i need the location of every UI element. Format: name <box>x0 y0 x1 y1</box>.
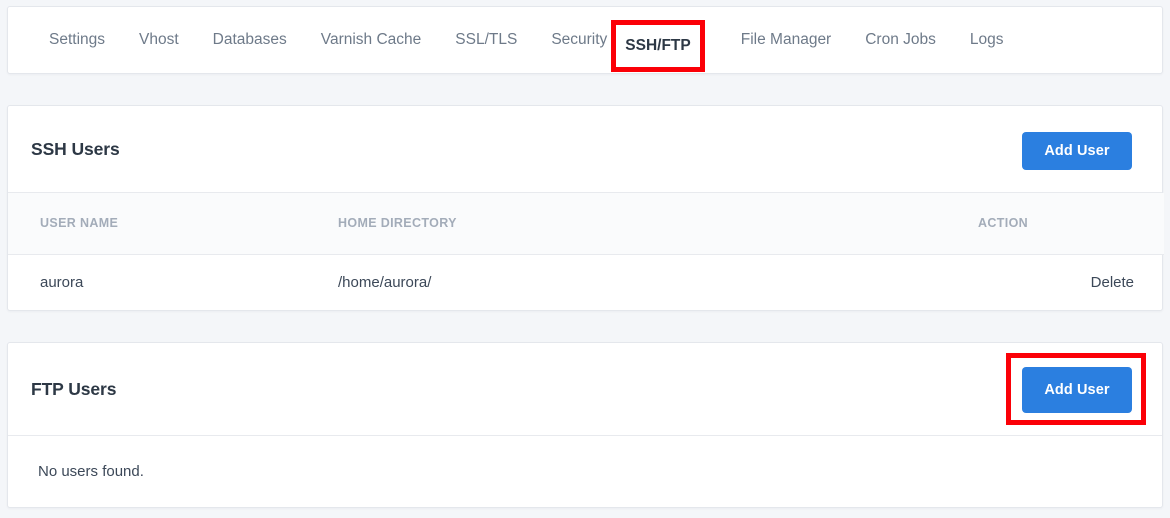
tab-ssh-ftp-label[interactable]: SSH/FTP <box>611 20 705 72</box>
ftp-users-card-header: FTP Users Add User <box>8 343 1162 436</box>
ftp-users-empty-message: No users found. <box>38 463 144 480</box>
ssh-users-table: USER NAME HOME DIRECTORY ACTION aurora /… <box>8 193 1164 311</box>
cell-home-directory: /home/aurora/ <box>338 274 432 292</box>
ssh-ftp-page: Settings Vhost Databases Varnish Cache S… <box>0 0 1170 518</box>
tab-logs[interactable]: Logs <box>953 6 1021 74</box>
table-row: aurora /home/aurora/ Delete <box>8 254 1164 311</box>
tab-file-manager[interactable]: File Manager <box>724 6 848 74</box>
tab-varnish-cache[interactable]: Varnish Cache <box>304 6 439 74</box>
ssh-users-card: SSH Users Add User USER NAME HOME DIRECT… <box>7 105 1164 311</box>
ssh-users-title: SSH Users <box>31 139 120 159</box>
ssh-users-table-head: USER NAME HOME DIRECTORY ACTION <box>8 193 1164 255</box>
ftp-users-title: FTP Users <box>31 379 117 399</box>
tab-ssl-tls[interactable]: SSL/TLS <box>438 6 534 74</box>
ssh-users-table-body: aurora /home/aurora/ Delete <box>8 254 1164 311</box>
tab-vhost[interactable]: Vhost <box>122 6 196 74</box>
tab-databases[interactable]: Databases <box>196 6 304 74</box>
cell-action: Delete <box>978 254 1164 311</box>
column-header-action: ACTION <box>978 193 1164 255</box>
ftp-add-user-button[interactable]: Add User <box>1022 367 1132 413</box>
delete-user-link[interactable]: Delete <box>1091 274 1134 291</box>
column-header-user-name: USER NAME <box>8 193 338 255</box>
cell-user-name: aurora <box>40 274 84 292</box>
ssh-users-card-header: SSH Users Add User <box>8 106 1162 193</box>
ssh-users-header-row: USER NAME HOME DIRECTORY ACTION <box>8 193 1164 255</box>
ssh-add-user-button[interactable]: Add User <box>1022 132 1132 170</box>
tab-bar: Settings Vhost Databases Varnish Cache S… <box>7 6 1163 74</box>
column-header-home-directory: HOME DIRECTORY <box>338 193 978 255</box>
tab-cron-jobs[interactable]: Cron Jobs <box>848 6 953 74</box>
tab-settings[interactable]: Settings <box>32 6 122 74</box>
ftp-users-card: FTP Users Add User No users found. <box>7 342 1163 508</box>
